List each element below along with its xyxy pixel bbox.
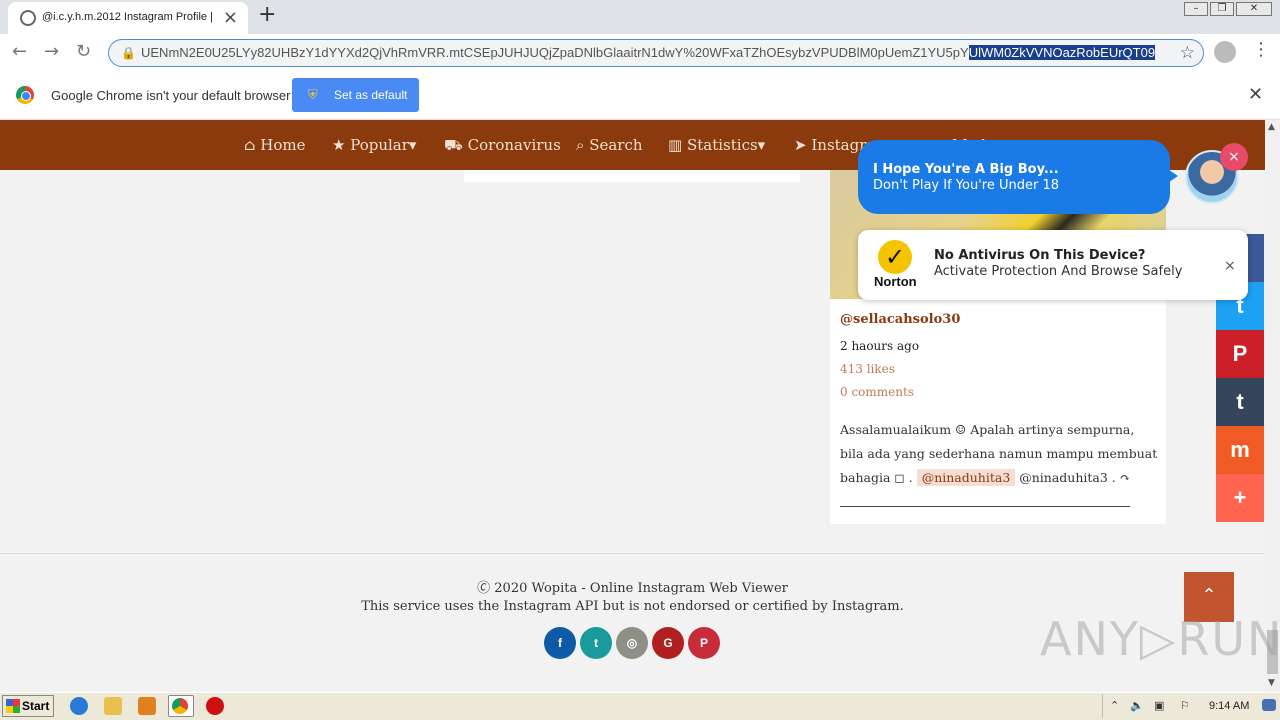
post-time: 2 haours ago — [840, 339, 920, 353]
norton-close-icon[interactable]: × — [1224, 258, 1236, 274]
rocket-icon: ➤ — [794, 136, 807, 154]
browser-tab[interactable]: @i.c.y.h.m.2012 Instagram Profile | × — [8, 2, 248, 34]
footer-google-icon[interactable]: G — [652, 627, 684, 659]
set-default-button[interactable]: ⛨ Set as default — [292, 78, 419, 112]
share-mix-icon[interactable]: m — [1216, 426, 1264, 474]
share-more-icon[interactable]: + — [1216, 474, 1264, 522]
address-bar[interactable]: 🔒 UENmN2E0U25LYy82UHBzY1dYYXd2QjVhRmVRR.… — [108, 39, 1204, 67]
tray-expand-icon[interactable]: ⌃ — [1110, 699, 1119, 712]
norton-logo: ✓ Norton — [872, 240, 926, 290]
reload-icon[interactable]: ↻ — [76, 41, 91, 62]
windows-flag-icon — [6, 699, 20, 713]
back-icon[interactable]: ← — [12, 41, 27, 62]
tab-close-icon[interactable]: × — [223, 7, 238, 28]
opera-icon[interactable] — [206, 697, 224, 715]
close-window-button[interactable]: ✕ — [1236, 2, 1272, 16]
popup-close-icon[interactable]: × — [1220, 143, 1248, 171]
ambulance-icon: ⛟ — [444, 136, 463, 154]
chrome-icon — [172, 698, 188, 714]
explorer-folder-icon[interactable] — [104, 697, 122, 715]
bookmark-star-icon[interactable]: ☆ — [1180, 43, 1195, 63]
network-icon[interactable]: ▣ — [1154, 699, 1164, 712]
norton-body: Activate Protection And Browse Safely — [934, 264, 1183, 279]
profile-avatar-icon[interactable] — [1214, 41, 1236, 63]
action-center-flag-icon[interactable]: ⚐ — [1180, 699, 1190, 712]
tab-title: @i.c.y.h.m.2012 Instagram Profile | — [42, 11, 213, 23]
search-icon: ⌕ — [576, 136, 585, 154]
show-desktop-icon[interactable] — [1262, 699, 1276, 711]
post-likes[interactable]: 413 likes — [840, 362, 895, 376]
divider — [840, 506, 1130, 507]
norton-title: No Antivirus On This Device? — [934, 248, 1146, 263]
bubble-line2: Don't Play If You're Under 18 — [873, 178, 1059, 193]
star-icon: ★ — [332, 136, 346, 154]
scroll-down-arrow-icon[interactable]: ▼ — [1268, 678, 1275, 688]
chat-bubble-popup[interactable]: I Hope You're A Big Boy... Don't Play If… — [858, 140, 1170, 214]
home-icon: ⌂ — [244, 136, 256, 154]
scroll-up-arrow-icon[interactable]: ▲ — [1268, 122, 1275, 132]
lock-icon: 🔒 — [121, 46, 136, 60]
footer-instagram-icon[interactable]: ◎ — [616, 627, 648, 659]
share-tumblr-icon[interactable]: t — [1216, 378, 1264, 426]
infobar-close-icon[interactable]: ✕ — [1248, 84, 1263, 105]
uac-shield-icon: ⛨ — [308, 87, 318, 102]
footer-divider — [0, 553, 1265, 554]
anyrun-watermark: ANY▷RUN — [1040, 612, 1280, 666]
chrome-logo-icon — [16, 86, 34, 104]
taskbar-clock[interactable]: 9:14 AM — [1209, 700, 1249, 712]
infobar-message: Google Chrome isn't your default browser — [51, 88, 291, 103]
kebab-menu-icon[interactable]: ⋮ — [1252, 39, 1270, 60]
ie-icon[interactable] — [70, 697, 88, 715]
nav-popular[interactable]: ★ Popular▾ — [332, 136, 416, 154]
url-text[interactable]: UENmN2E0U25LYy82UHBzY1dYYXd2QjVhRmVRR.mt… — [141, 45, 1156, 60]
left-card-bottom — [464, 170, 800, 182]
nav-statistics[interactable]: ▥ Statistics▾ — [668, 136, 765, 154]
media-player-icon[interactable] — [138, 697, 156, 715]
bar-chart-icon: ▥ — [668, 136, 683, 154]
footer-copyright: 🄫 2020 Wopita - Online Instagram Web Vie… — [477, 581, 788, 596]
bubble-tail — [1166, 168, 1178, 184]
checkmark-icon: ✓ — [878, 240, 912, 274]
bubble-line1: I Hope You're A Big Boy... — [873, 162, 1059, 177]
mention-tag[interactable]: @ninaduhita3 — [916, 469, 1016, 486]
new-tab-button[interactable]: + — [258, 2, 276, 27]
maximize-button[interactable]: ❐ — [1210, 2, 1234, 16]
post-comments[interactable]: 0 comments — [840, 385, 914, 399]
url-selected-text: UlWM0ZkVVNOazRobEUrQT09 — [968, 45, 1156, 60]
share-pinterest-icon[interactable]: P — [1216, 330, 1264, 378]
forward-icon[interactable]: → — [44, 41, 59, 62]
system-tray — [1102, 694, 1280, 718]
minimize-button[interactable]: – — [1184, 2, 1208, 16]
post-username[interactable]: @sellacahsolo30 — [840, 312, 960, 327]
nav-home[interactable]: ⌂ Home — [244, 136, 305, 154]
nav-coronavirus[interactable]: ⛟ Coronavirus — [444, 136, 561, 156]
footer-pinterest-icon[interactable]: P — [688, 627, 720, 659]
nav-search[interactable]: ⌕ Search — [576, 136, 643, 154]
page-scrollbar[interactable] — [1265, 120, 1280, 692]
globe-icon — [20, 10, 36, 26]
start-button[interactable]: Start — [2, 695, 54, 717]
volume-icon[interactable]: 🔈 — [1130, 699, 1144, 712]
footer-facebook-icon[interactable]: f — [544, 627, 576, 659]
post-caption: Assalamualaikum ☺ Apalah artinya sempurn… — [840, 422, 1158, 486]
footer-twitter-icon[interactable]: t — [580, 627, 612, 659]
